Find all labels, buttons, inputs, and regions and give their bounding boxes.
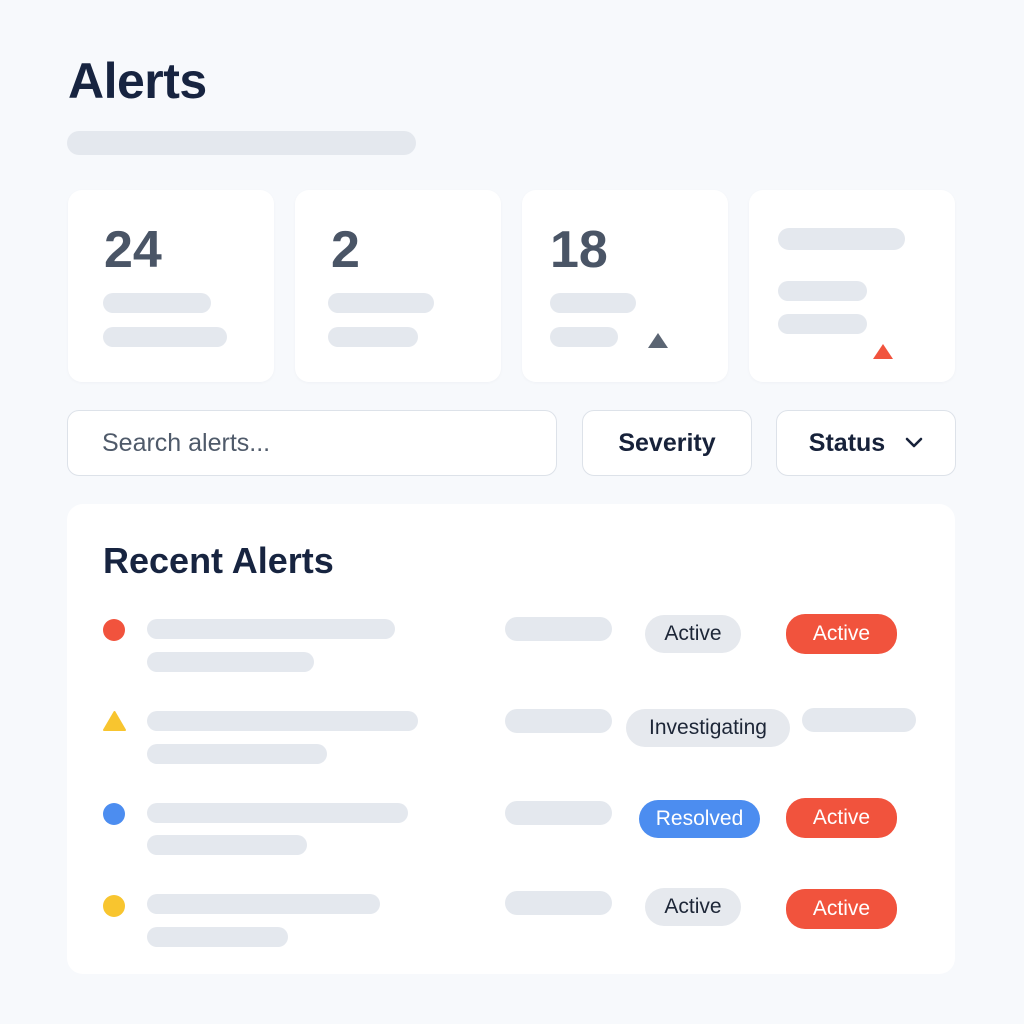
- stat-value: 2: [331, 221, 360, 279]
- alert-time-placeholder: [505, 891, 612, 915]
- status-badge: Active: [645, 888, 741, 926]
- alert-detail-placeholder: [147, 927, 288, 947]
- alert-row[interactable]: Active Active: [67, 888, 955, 964]
- alert-row[interactable]: Active Active: [67, 614, 955, 684]
- severity-filter-button[interactable]: Severity: [582, 410, 752, 476]
- status-badge: Investigating: [626, 709, 790, 747]
- status-badge: Active: [645, 615, 741, 653]
- alert-detail-placeholder: [147, 835, 307, 855]
- stat-value: 24: [104, 221, 162, 279]
- triangle-up-icon: [648, 333, 668, 348]
- stat-sublabel-placeholder: [550, 327, 618, 347]
- alert-detail-placeholder: [147, 652, 314, 672]
- stat-label-placeholder: [103, 293, 211, 313]
- state-badge: Active: [786, 889, 897, 929]
- alert-detail-placeholder: [147, 744, 327, 764]
- stat-card-critical[interactable]: 2: [295, 190, 501, 382]
- stat-value-placeholder: [778, 228, 905, 250]
- severity-filter-label: Severity: [618, 428, 716, 457]
- status-filter-dropdown[interactable]: Status: [776, 410, 956, 476]
- alert-title-placeholder: [147, 619, 395, 639]
- alerts-page: Alerts 24 2 18 Severity Status: [0, 0, 1024, 1024]
- alert-title-placeholder: [147, 894, 380, 914]
- stat-label-placeholder: [550, 293, 636, 313]
- yellow-dot-icon: [103, 895, 125, 917]
- blue-dot-icon: [103, 803, 125, 825]
- alert-title-placeholder: [147, 711, 418, 731]
- stat-sublabel-placeholder: [103, 327, 227, 347]
- recent-alerts-panel: Recent Alerts Active Active Investigatin…: [67, 504, 955, 974]
- stat-card-trend[interactable]: [749, 190, 955, 382]
- state-badge-placeholder: [802, 708, 916, 732]
- page-title: Alerts: [68, 53, 207, 109]
- alert-time-placeholder: [505, 709, 612, 733]
- stat-card-open[interactable]: 18: [522, 190, 728, 382]
- red-dot-icon: [103, 619, 125, 641]
- stat-label-placeholder: [328, 293, 434, 313]
- page-subtitle-placeholder: [67, 131, 416, 155]
- recent-alerts-title: Recent Alerts: [103, 540, 334, 581]
- alert-row[interactable]: Investigating: [67, 706, 955, 776]
- stat-label-placeholder: [778, 281, 867, 301]
- alert-row[interactable]: Resolved Active: [67, 798, 955, 870]
- alert-title-placeholder: [147, 803, 408, 823]
- search-field[interactable]: [67, 410, 557, 476]
- yellow-triangle-icon: [102, 710, 127, 737]
- search-input[interactable]: [102, 428, 522, 458]
- stat-sublabel-placeholder: [328, 327, 418, 347]
- status-badge: Resolved: [639, 800, 760, 838]
- triangle-up-icon: [873, 344, 893, 359]
- alert-time-placeholder: [505, 801, 612, 825]
- status-filter-label: Status: [808, 428, 886, 457]
- state-badge: Active: [786, 614, 897, 654]
- stat-value: 18: [550, 221, 608, 279]
- stat-card-total[interactable]: 24: [68, 190, 274, 382]
- state-badge: Active: [786, 798, 897, 838]
- alert-time-placeholder: [505, 617, 612, 641]
- stat-sublabel-placeholder: [778, 314, 867, 334]
- chevron-down-icon: [905, 437, 923, 449]
